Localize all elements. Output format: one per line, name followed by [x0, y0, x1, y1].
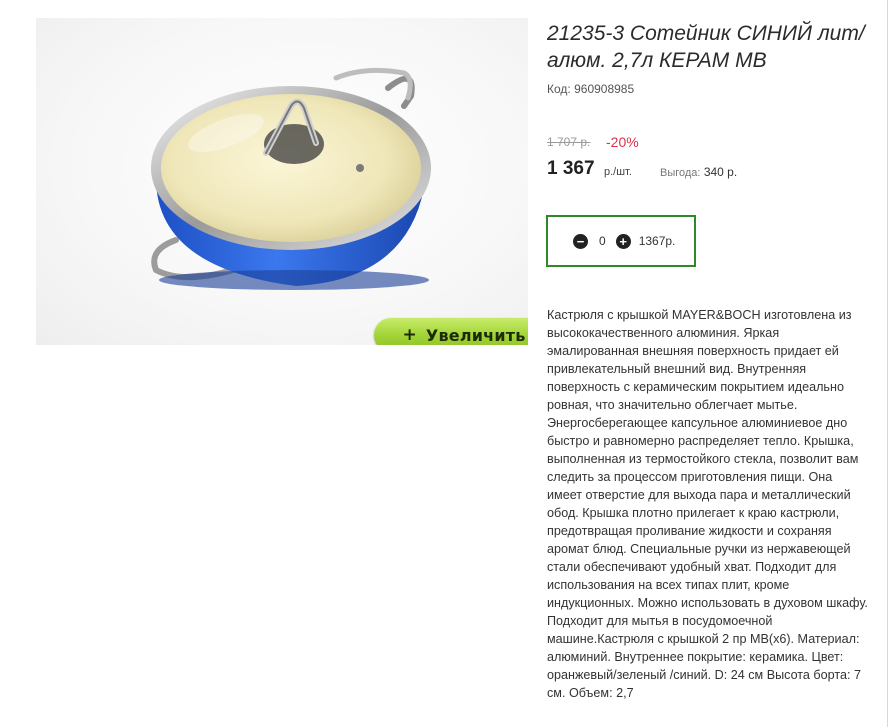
old-price: 1 707 р.: [547, 135, 591, 149]
saving-value: 340 р.: [703, 165, 738, 179]
cart-quantity-box: − 0 + 1367р.: [546, 215, 696, 267]
product-title: 21235-3 Сотейник СИНИЙ лит/алюм. 2,7л КЕ…: [547, 22, 865, 72]
plus-circle-icon[interactable]: +: [615, 233, 631, 249]
zoom-button-label: Увеличить: [425, 325, 526, 345]
quantity-value: 0: [599, 234, 606, 248]
discount-badge: -20%: [606, 134, 639, 150]
product-code-label: Код:: [547, 82, 571, 96]
product-code: Код: 960908985: [547, 82, 634, 96]
plus-icon: +: [402, 325, 417, 345]
price-unit: р./шт.: [604, 166, 632, 178]
product-description: Кастрюля с крышкой MAYER&BOCH изготовлен…: [547, 308, 868, 700]
saving: Выгода: 340 р.: [660, 165, 737, 179]
product-code-value: 960908985: [574, 82, 635, 96]
product-page: + Увеличить 21235-3 Сотейник СИНИЙ лит/а…: [0, 0, 888, 727]
pan-illustration: [151, 67, 431, 290]
saving-label: Выгода:: [660, 167, 701, 179]
current-price: 1 367: [547, 158, 595, 179]
cart-sum: 1367р.: [638, 234, 676, 248]
minus-circle-icon[interactable]: −: [573, 233, 588, 249]
product-image[interactable]: + Увеличить: [36, 18, 528, 345]
zoom-button[interactable]: + Увеличить: [374, 318, 528, 345]
